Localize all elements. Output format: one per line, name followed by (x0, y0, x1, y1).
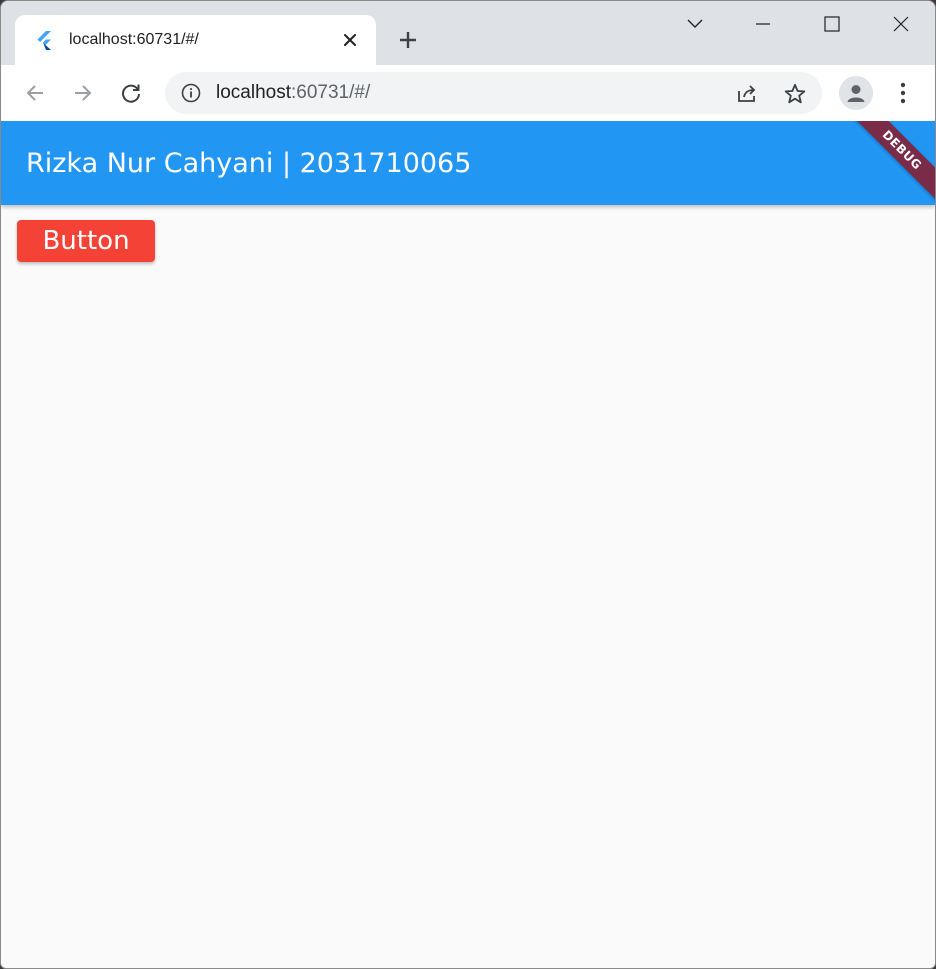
plus-icon[interactable] (395, 27, 421, 53)
browser-window: localhost:60731/#/ localhost:60731/#/ Ri… (0, 0, 936, 969)
tab-close-icon[interactable] (340, 30, 360, 50)
browser-tab[interactable]: localhost:60731/#/ (15, 15, 376, 65)
info-icon[interactable] (181, 83, 201, 103)
page-viewport: Rizka Nur Cahyani | 2031710065 DEBUG But… (1, 121, 935, 968)
elevated-button[interactable]: Button (17, 220, 155, 262)
browser-toolbar: localhost:60731/#/ (1, 65, 935, 121)
back-arrow-icon[interactable] (19, 77, 51, 109)
url-text: localhost:60731/#/ (216, 82, 370, 104)
minimize-icon[interactable] (743, 9, 783, 39)
tab-strip: localhost:60731/#/ (1, 1, 935, 65)
flutter-icon (35, 30, 53, 50)
app-bar: Rizka Nur Cahyani | 2031710065 (1, 121, 935, 205)
address-bar[interactable]: localhost:60731/#/ (165, 72, 822, 114)
share-icon[interactable] (735, 82, 759, 106)
bookmark-star-icon[interactable] (783, 82, 807, 106)
url-host: localhost (216, 82, 291, 103)
tab-title: localhost:60731/#/ (69, 31, 199, 48)
kebab-menu-icon[interactable] (891, 77, 915, 109)
app-bar-title: Rizka Nur Cahyani | 2031710065 (26, 148, 472, 179)
maximize-icon[interactable] (812, 9, 852, 39)
chevron-down-icon[interactable] (675, 9, 715, 39)
reload-icon[interactable] (115, 77, 147, 109)
url-path: :60731/#/ (291, 82, 371, 103)
profile-avatar-icon[interactable] (839, 76, 873, 110)
forward-arrow-icon[interactable] (67, 77, 99, 109)
close-icon[interactable] (881, 9, 921, 39)
